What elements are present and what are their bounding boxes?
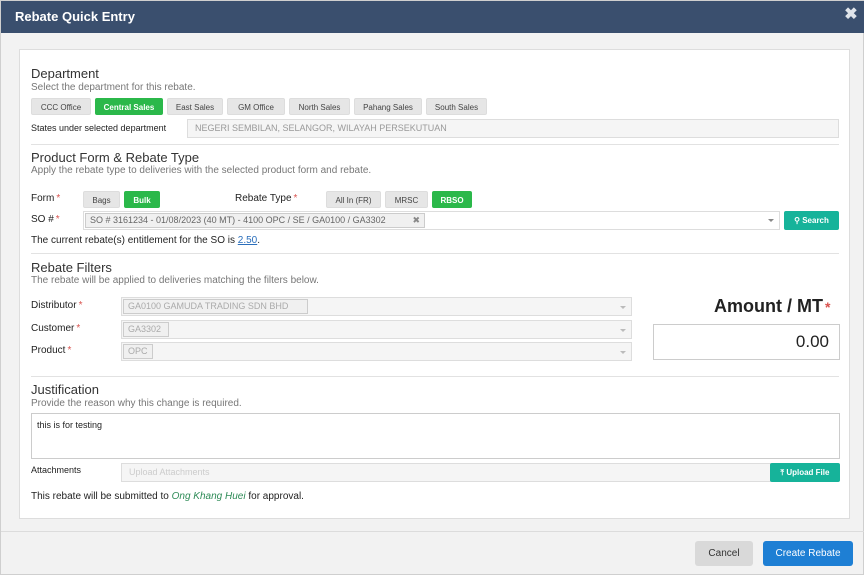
divider: [31, 144, 839, 145]
upload-file-button[interactable]: ⤒ Upload File: [770, 463, 840, 482]
rebate-quick-entry-modal: Rebate Quick Entry ✖ Department Select t…: [0, 0, 864, 575]
dept-ccc-office[interactable]: CCC Office: [31, 98, 91, 115]
filters-subtitle: The rebate will be applied to deliveries…: [31, 275, 319, 286]
entitlement-end: .: [257, 235, 261, 246]
approver-name: Ong Khang Huei: [171, 491, 246, 502]
upload-button-label: Upload File: [786, 468, 830, 477]
approval-prefix: This rebate will be submitted to: [31, 491, 169, 502]
so-chip[interactable]: SO # 3161234 - 01/08/2023 (40 MT) - 4100…: [85, 213, 425, 228]
entitlement-text: The current rebate(s) entitlement for th…: [31, 235, 260, 246]
distributor-label: Distributor *: [31, 300, 83, 311]
form-label: Form *: [31, 193, 61, 204]
chevron-down-icon: [620, 306, 626, 309]
so-chip-label: SO # 3161234 - 01/08/2023 (40 MT) - 4100…: [90, 215, 386, 225]
close-icon[interactable]: ✖: [843, 7, 859, 23]
cancel-button[interactable]: Cancel: [695, 541, 753, 566]
form-bags[interactable]: Bags: [83, 191, 120, 208]
states-label: States under selected department: [31, 123, 167, 133]
so-search-button[interactable]: ⚲ Search: [784, 211, 839, 230]
department-heading: Department: [31, 66, 99, 81]
product-label: Product *: [31, 345, 72, 356]
dept-central-sales[interactable]: Central Sales: [95, 98, 163, 115]
entitlement-link[interactable]: 2.50: [238, 235, 257, 246]
chevron-down-icon: [620, 329, 626, 332]
so-label: SO # *: [31, 214, 60, 225]
product-chip: OPC: [123, 344, 153, 359]
rebate-type-rbso[interactable]: RBSO: [432, 191, 472, 208]
dept-north-sales[interactable]: North Sales: [289, 98, 350, 115]
department-subtitle: Select the department for this rebate.: [31, 82, 196, 93]
dept-gm-office[interactable]: GM Office: [227, 98, 285, 115]
dept-east-sales[interactable]: East Sales: [167, 98, 223, 115]
justification-heading: Justification: [31, 382, 99, 397]
chevron-down-icon[interactable]: [768, 219, 774, 222]
customer-chip: GA3302: [123, 322, 169, 337]
modal-titlebar: Rebate Quick Entry ✖: [1, 1, 864, 33]
form-panel: Department Select the department for thi…: [19, 49, 850, 519]
entitlement-label: The current rebate(s) entitlement for th…: [31, 235, 235, 246]
create-rebate-button[interactable]: Create Rebate: [763, 541, 853, 566]
search-button-label: Search: [802, 216, 829, 225]
chip-remove-icon[interactable]: ✖: [412, 214, 420, 227]
dept-south-sales[interactable]: South Sales: [426, 98, 487, 115]
filters-heading: Rebate Filters: [31, 260, 112, 275]
product-select: [121, 342, 632, 361]
amount-label: Amount / MT *: [714, 296, 831, 316]
rebate-type-mrsc[interactable]: MRSC: [385, 191, 428, 208]
amount-input[interactable]: 0.00: [653, 324, 840, 360]
attachments-input[interactable]: Upload Attachments: [121, 463, 771, 482]
states-field: NEGERI SEMBILAN, SELANGOR, WILAYAH PERSE…: [187, 119, 839, 138]
modal-title: Rebate Quick Entry: [15, 9, 135, 24]
rebate-type-label: Rebate Type *: [235, 193, 298, 204]
footer-divider: [1, 531, 864, 532]
upload-icon: ⤒: [780, 468, 785, 477]
approval-suffix: for approval.: [248, 491, 304, 502]
customer-select: [121, 320, 632, 339]
approval-note: This rebate will be submitted to Ong Kha…: [31, 491, 304, 502]
rebate-type-allin[interactable]: All In (FR): [326, 191, 381, 208]
customer-label: Customer *: [31, 323, 81, 334]
product-form-subtitle: Apply the rebate type to deliveries with…: [31, 165, 372, 176]
divider: [31, 376, 839, 377]
attachments-label: Attachments: [31, 465, 82, 475]
search-icon: ⚲: [794, 216, 800, 225]
justification-textarea[interactable]: this is for testing: [31, 413, 840, 459]
justification-subtitle: Provide the reason why this change is re…: [31, 398, 242, 409]
dept-pahang-sales[interactable]: Pahang Sales: [354, 98, 422, 115]
divider: [31, 253, 839, 254]
chevron-down-icon: [620, 351, 626, 354]
distributor-chip: GA0100 GAMUDA TRADING SDN BHD: [123, 299, 308, 314]
form-bulk[interactable]: Bulk: [124, 191, 160, 208]
product-form-heading: Product Form & Rebate Type: [31, 150, 200, 165]
